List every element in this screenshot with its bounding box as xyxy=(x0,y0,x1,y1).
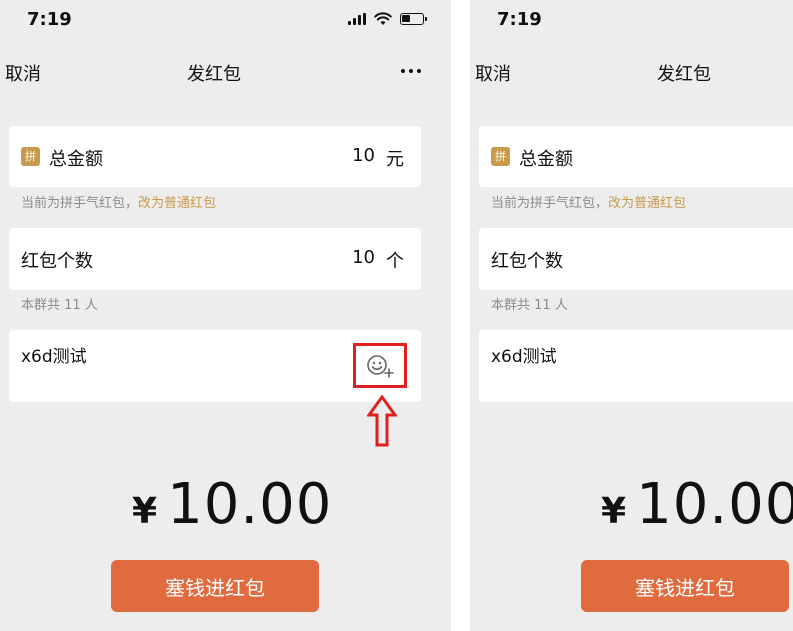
total-amount-card[interactable]: 拼 总金额 10 元 xyxy=(9,126,421,187)
total-value: 10.00 xyxy=(167,472,333,537)
battery-icon xyxy=(400,13,427,25)
currency-symbol: ¥ xyxy=(132,491,158,532)
count-unit: 个 xyxy=(386,251,404,272)
page-title: 发红包 xyxy=(187,64,241,85)
send-red-packet-button[interactable]: 塞钱进红包 xyxy=(111,560,319,612)
emoji-highlight-box xyxy=(353,343,407,388)
packet-type-hint-text: 当前为拼手气红包， xyxy=(491,196,609,211)
total-amount-label: 总金额 xyxy=(49,149,103,170)
total-value: 10.00 xyxy=(636,472,793,537)
pin-badge-icon: 拼 xyxy=(491,147,510,166)
group-members-hint: 本群共 11 人 xyxy=(491,298,568,313)
send-red-packet-button[interactable]: 塞钱进红包 xyxy=(581,560,789,612)
switch-to-normal-link[interactable]: 改为普通红包 xyxy=(608,196,686,211)
total-display: ¥ 10.00 xyxy=(132,472,332,537)
wifi-icon xyxy=(374,12,392,25)
total-amount-input[interactable]: 10 xyxy=(352,145,375,166)
greeting-input[interactable]: x6d测试 xyxy=(491,342,557,367)
status-time: 7:19 xyxy=(497,9,542,30)
more-icon[interactable] xyxy=(401,62,421,80)
packet-count-input[interactable]: 10 xyxy=(352,247,375,268)
greeting-card[interactable]: x6d测试 xyxy=(479,330,793,402)
packet-count-label: 红包个数 xyxy=(491,251,563,272)
packet-type-hint: 当前为拼手气红包，改为普通红包 xyxy=(21,192,216,211)
packet-count-label: 红包个数 xyxy=(21,251,93,272)
phone-screen-right: 7:19 取消 发红包 拼 总金额 当前为拼手气红包，改为普通红包 红包个数 本… xyxy=(470,0,793,631)
packet-count-card[interactable]: 红包个数 10 个 xyxy=(9,228,421,290)
pin-badge-icon: 拼 xyxy=(21,147,40,166)
packet-type-hint: 当前为拼手气红包，改为普通红包 xyxy=(491,192,686,211)
group-members-hint: 本群共 11 人 xyxy=(21,298,98,313)
greeting-input[interactable]: x6d测试 xyxy=(21,342,87,367)
packet-count-card[interactable]: 红包个数 xyxy=(479,228,793,290)
status-time: 7:19 xyxy=(27,9,72,30)
amount-unit: 元 xyxy=(386,149,404,170)
packet-type-hint-text: 当前为拼手气红包， xyxy=(21,196,139,211)
screen-divider xyxy=(451,0,470,631)
phone-screen-left: 7:19 取消 发红包 拼 总金额 10 元 当前为拼手气红包，改为普通红包 红… xyxy=(0,0,451,631)
arrow-up-icon xyxy=(367,395,397,447)
signal-icon xyxy=(348,13,366,25)
greeting-card[interactable]: x6d测试 xyxy=(9,330,421,402)
status-icons xyxy=(348,12,427,26)
total-amount-label: 总金额 xyxy=(519,149,573,170)
switch-to-normal-link[interactable]: 改为普通红包 xyxy=(138,196,216,211)
total-display: ¥ 10.00 xyxy=(601,472,793,537)
page-title: 发红包 xyxy=(657,64,711,85)
total-amount-card[interactable]: 拼 总金额 xyxy=(479,126,793,187)
currency-symbol: ¥ xyxy=(601,491,627,532)
